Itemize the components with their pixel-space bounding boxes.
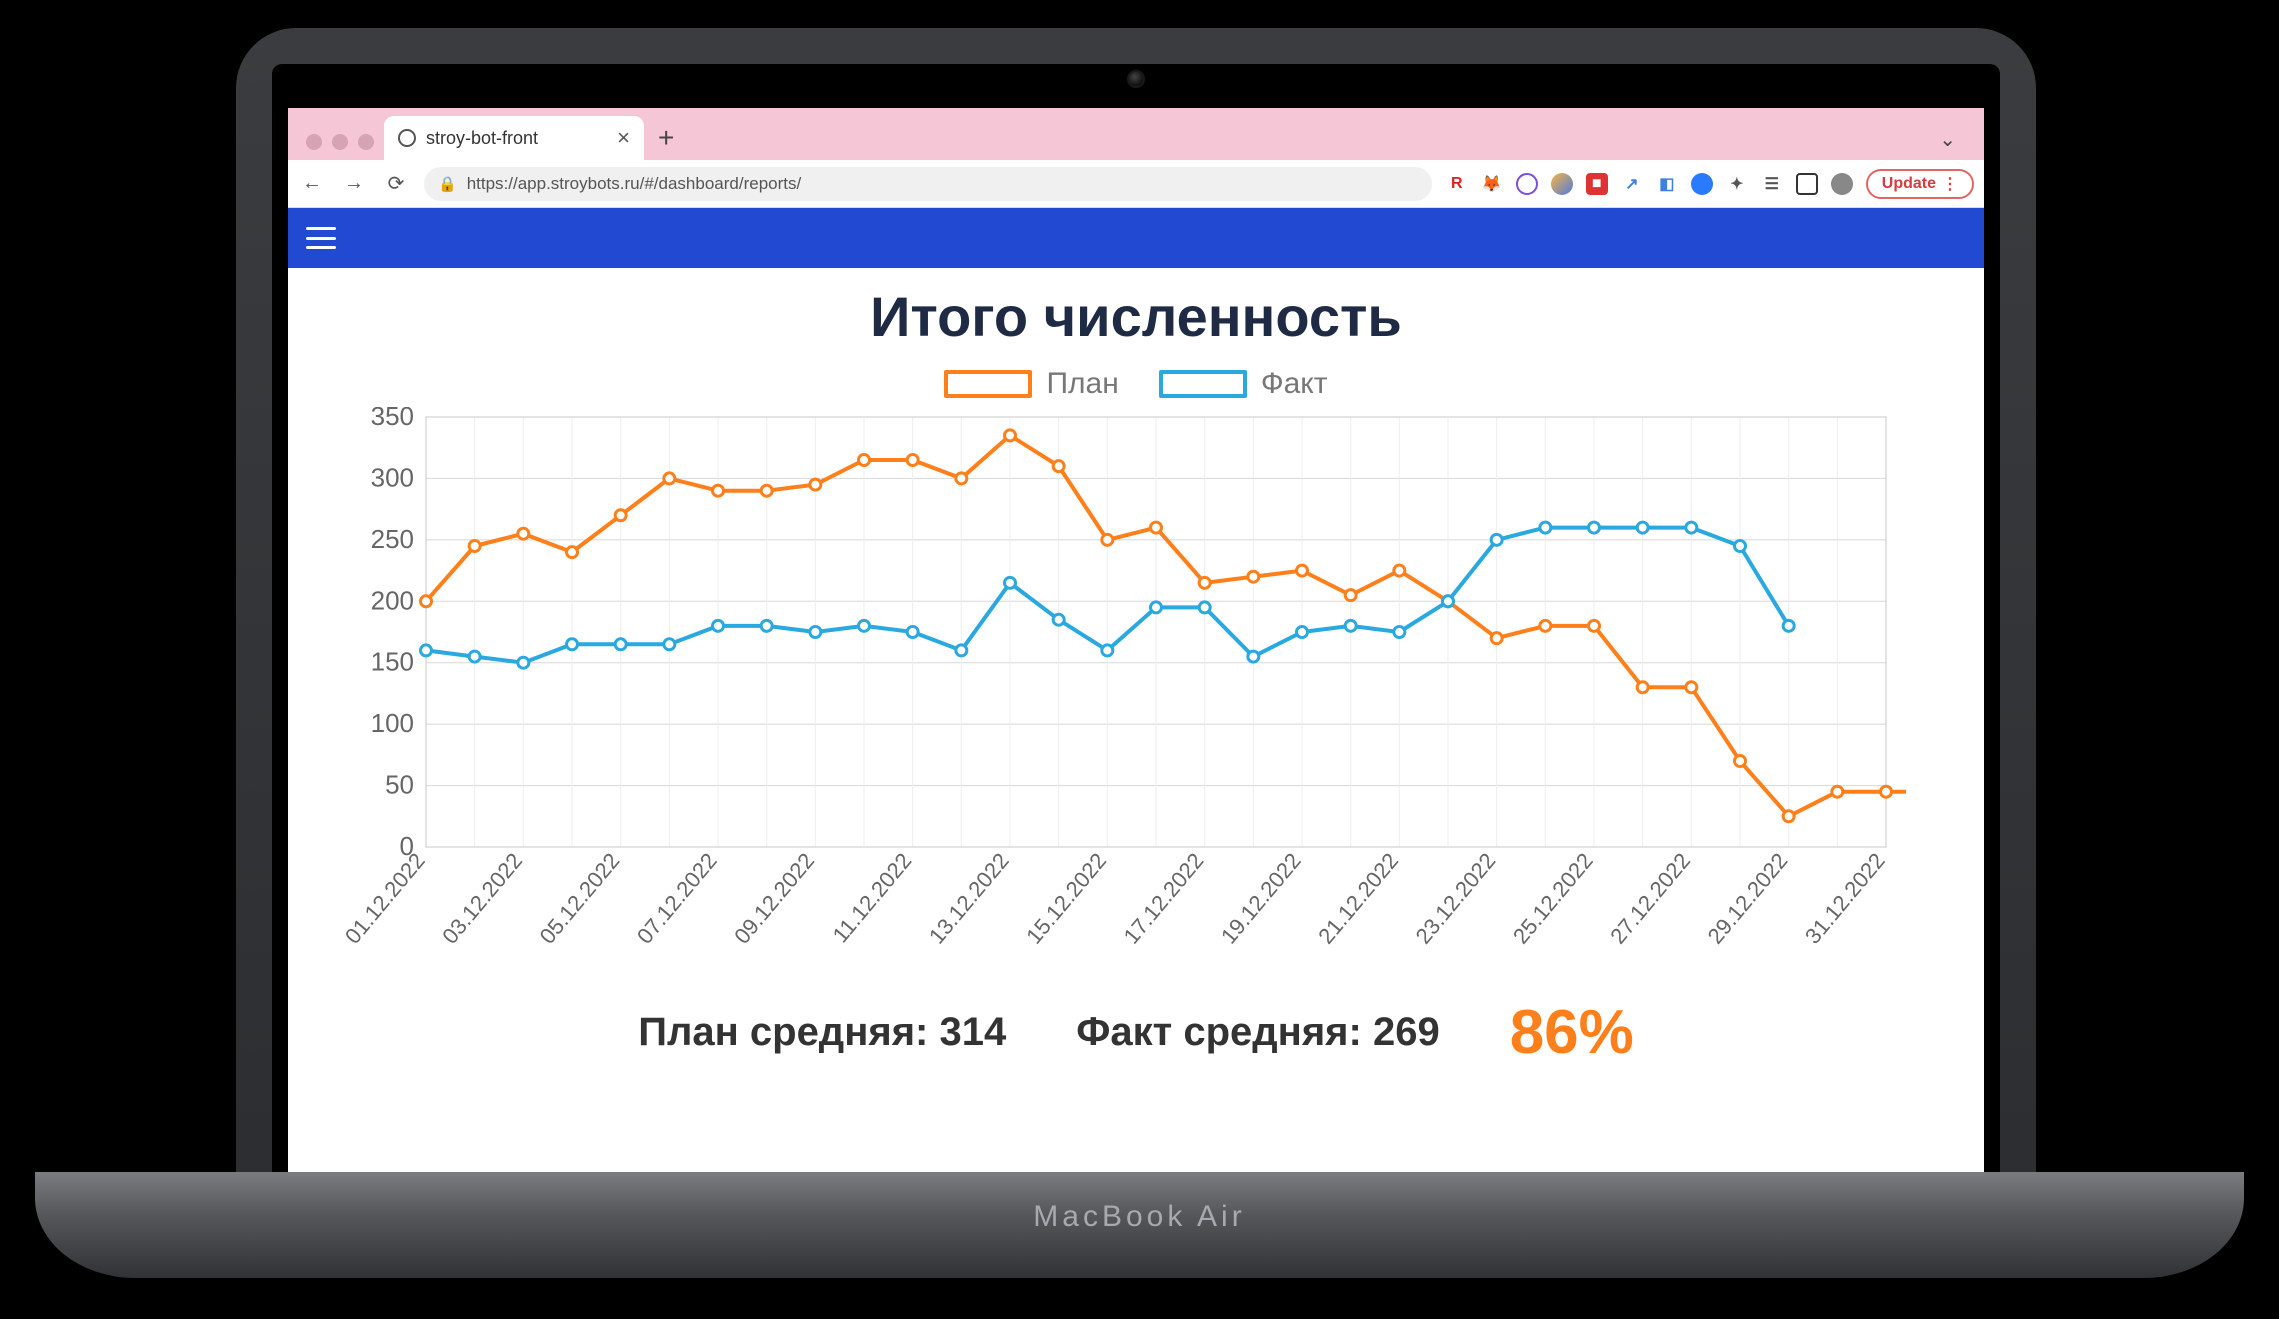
fact-avg-label: Факт средняя: [1076,1010,1362,1054]
reader-icon[interactable]: ☰ [1761,173,1783,195]
svg-text:13.12.2022: 13.12.2022 [924,848,1014,948]
hamburger-icon[interactable] [306,227,336,249]
svg-text:15.12.2022: 15.12.2022 [1021,848,1111,948]
svg-text:27.12.2022: 27.12.2022 [1605,848,1695,948]
svg-text:29.12.2022: 29.12.2022 [1703,848,1793,948]
forward-button[interactable]: → [340,172,368,195]
ext-sphere-icon[interactable] [1551,173,1573,195]
legend-plan[interactable]: План [944,367,1118,401]
url-text: https://app.stroybots.ru/#/dashboard/rep… [467,174,802,194]
ext-circle-icon[interactable] [1516,173,1538,195]
svg-text:11.12.2022: 11.12.2022 [828,848,917,947]
percent-value: 86% [1510,997,1634,1068]
laptop-frame: stroy-bot-front × + ⌄ ← → ⟳ 🔒 https://ap… [236,28,2036,1238]
ext-red-icon[interactable]: ■ [1586,173,1608,195]
report-container: Итого численность План Факт 050100150200… [288,268,1984,1078]
svg-text:150: 150 [371,647,414,677]
window-controls[interactable] [300,134,384,160]
lock-icon: 🔒 [438,175,457,193]
legend-fact-label: Факт [1261,367,1328,401]
svg-text:25.12.2022: 25.12.2022 [1508,848,1598,948]
puzzle-icon[interactable]: ✦ [1726,173,1748,195]
svg-text:03.12.2022: 03.12.2022 [437,848,527,948]
minimize-window-icon[interactable] [332,134,348,150]
panel-icon[interactable] [1796,173,1818,195]
close-window-icon[interactable] [306,134,322,150]
legend-plan-label: План [1046,367,1118,401]
svg-text:23.12.2022: 23.12.2022 [1411,848,1501,948]
plan-avg-value: 314 [939,1010,1006,1054]
globe-icon [398,129,416,147]
kebab-icon: ⋮ [1942,174,1958,194]
svg-text:300: 300 [371,462,414,492]
svg-text:31.12.2022: 31.12.2022 [1800,848,1890,948]
svg-text:01.12.2022: 01.12.2022 [346,848,430,948]
browser-tab-strip: stroy-bot-front × + ⌄ [288,108,1984,160]
ext-fox-icon[interactable]: 🦊 [1481,173,1503,195]
svg-text:05.12.2022: 05.12.2022 [535,848,625,948]
ext-blue-icon[interactable] [1691,173,1713,195]
plan-avg: План средняя: 314 [638,1010,1006,1055]
ext-arrow-icon[interactable]: ↗ [1621,173,1643,195]
ext-r-icon[interactable]: R [1446,173,1468,195]
back-button[interactable]: ← [298,172,326,195]
close-tab-icon[interactable]: × [617,125,630,151]
extensions: R 🦊 ■ ↗ ◧ ✦ ☰ Update ⋮ [1446,169,1974,199]
svg-text:19.12.2022: 19.12.2022 [1216,848,1306,948]
fact-avg: Факт средняя: 269 [1076,1010,1439,1055]
svg-text:250: 250 [371,524,414,554]
svg-text:09.12.2022: 09.12.2022 [729,848,819,948]
screen: stroy-bot-front × + ⌄ ← → ⟳ 🔒 https://ap… [288,108,1984,1186]
webcam-icon [1129,72,1143,86]
browser-toolbar: ← → ⟳ 🔒 https://app.stroybots.ru/#/dashb… [288,160,1984,208]
svg-text:200: 200 [371,585,414,615]
svg-text:350: 350 [371,407,414,431]
line-chart: 05010015020025030035001.12.202203.12.202… [346,407,1906,967]
reload-button[interactable]: ⟳ [382,171,410,196]
update-label: Update [1882,175,1936,193]
chart-area: 05010015020025030035001.12.202203.12.202… [346,407,1926,967]
svg-text:50: 50 [385,770,414,800]
legend-plan-swatch [944,370,1032,398]
update-button[interactable]: Update ⋮ [1866,169,1974,199]
legend-fact-swatch [1159,370,1247,398]
legend-fact[interactable]: Факт [1159,367,1328,401]
browser-tab[interactable]: stroy-bot-front × [384,116,644,160]
tab-title: stroy-bot-front [426,128,538,149]
svg-text:100: 100 [371,708,414,738]
svg-text:07.12.2022: 07.12.2022 [632,848,722,948]
plan-avg-label: План средняя: [638,1010,928,1054]
tabs-menu-icon[interactable]: ⌄ [1923,127,1972,160]
laptop-base: MacBook Air [35,1172,2244,1278]
svg-text:21.12.2022: 21.12.2022 [1313,848,1403,948]
chart-legend: План Факт [306,367,1966,401]
maximize-window-icon[interactable] [358,134,374,150]
new-tab-button[interactable]: + [644,122,688,160]
app-header [288,208,1984,268]
laptop-model-label: MacBook Air [35,1172,2244,1234]
fact-avg-value: 269 [1373,1010,1440,1054]
address-bar[interactable]: 🔒 https://app.stroybots.ru/#/dashboard/r… [424,167,1432,201]
summary-row: План средняя: 314 Факт средняя: 269 86% [306,997,1966,1068]
ext-bookmark-icon[interactable]: ◧ [1656,173,1678,195]
profile-avatar[interactable] [1831,173,1853,195]
page-title: Итого численность [306,284,1966,349]
svg-text:17.12.2022: 17.12.2022 [1119,848,1209,948]
